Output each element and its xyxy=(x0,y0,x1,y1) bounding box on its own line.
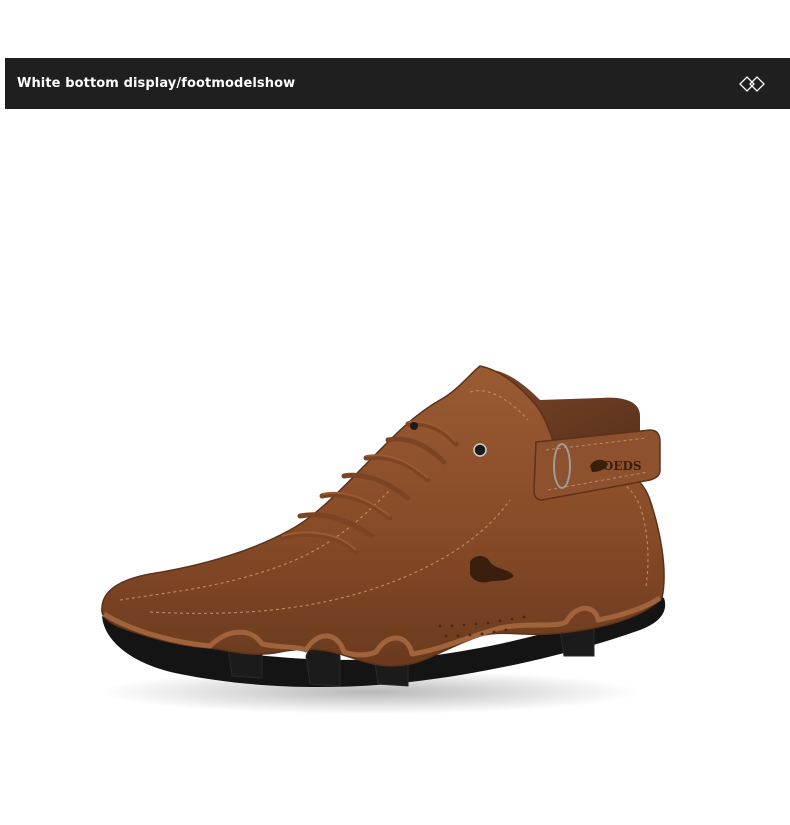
section-title: White bottom display/footmodelshow xyxy=(17,76,296,91)
shoe-product-image: LOEDS xyxy=(100,365,666,714)
double-diamond-icon xyxy=(739,75,765,92)
section-header-bar: White bottom display/footmodelshow xyxy=(5,58,790,109)
product-section: White bottom display/footmodelshow LOEDS xyxy=(0,0,790,825)
